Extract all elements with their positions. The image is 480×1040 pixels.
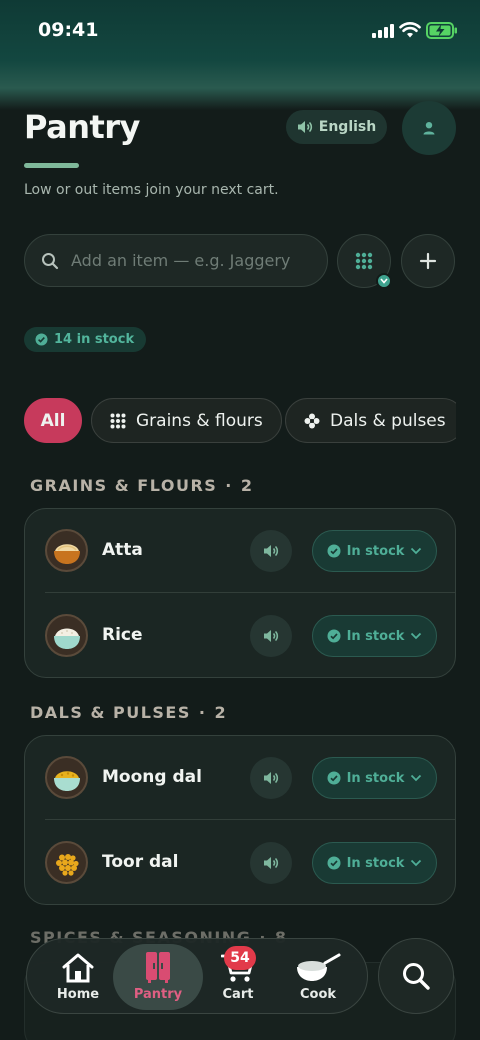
add-item-button[interactable] [401, 234, 455, 288]
row-divider [45, 819, 455, 820]
cart-count-badge: 54 [224, 946, 256, 970]
speak-item-button[interactable] [250, 757, 292, 799]
check-circle-icon [327, 544, 341, 558]
lentils-icon [45, 841, 88, 884]
stock-status-dropdown[interactable]: In stock [312, 842, 437, 884]
section-count: 2 [214, 703, 228, 722]
check-circle-icon [327, 771, 341, 785]
profile-button[interactable] [402, 101, 456, 155]
search-bar[interactable] [24, 234, 328, 287]
section-count: 2 [240, 476, 254, 495]
filter-chip-label: All [40, 410, 66, 431]
speaker-icon [264, 630, 279, 642]
status-time: 09:41 [38, 19, 99, 41]
search-button[interactable] [378, 938, 454, 1014]
check-circle-icon [35, 333, 48, 346]
row-divider [45, 592, 455, 593]
cupboard-icon [146, 952, 170, 983]
rice-bowl-icon [45, 614, 88, 657]
add-item-input[interactable] [71, 251, 327, 270]
user-icon [423, 122, 435, 135]
flour-bowl-icon [45, 529, 88, 572]
stock-status-label: In stock [346, 855, 405, 871]
chevron-down-icon [411, 859, 422, 867]
section-title: DALS & PULSES [30, 703, 191, 722]
status-bar: 09:41 [0, 0, 480, 60]
item-name: Rice [102, 625, 143, 645]
grid-dots-icon [355, 252, 373, 270]
wok-icon [297, 953, 341, 981]
list-item: Moong dal In stock [25, 736, 455, 820]
category-grid-button[interactable] [337, 234, 392, 289]
section-header-grains: GRAINS & FLOURS · 2 [30, 476, 254, 495]
page-title: Pantry [24, 108, 140, 146]
tab-label: Cook [299, 987, 337, 1002]
title-underline [24, 163, 79, 168]
tab-cook[interactable]: Cook [275, 944, 361, 1010]
filter-chip-all[interactable]: All [24, 398, 82, 443]
stock-status-dropdown[interactable]: In stock [312, 615, 437, 657]
page-subtitle: Low or out items join your next cart. [24, 182, 279, 198]
item-name: Moong dal [102, 767, 202, 787]
stock-status-dropdown[interactable]: In stock [312, 757, 437, 799]
list-item: Toor dal In stock [25, 821, 455, 904]
plus-icon [419, 252, 437, 270]
check-circle-icon [327, 856, 341, 870]
dal-bowl-icon [45, 756, 88, 799]
item-name: Toor dal [102, 852, 179, 872]
wifi-icon [399, 22, 421, 38]
chevron-down-badge [376, 273, 392, 289]
stock-status-label: In stock [346, 543, 405, 559]
stock-status-label: In stock [346, 770, 405, 786]
tab-pantry[interactable]: Pantry [113, 944, 203, 1010]
language-button[interactable]: English [286, 110, 387, 144]
stock-status-label: In stock [346, 628, 405, 644]
filter-chip-grains[interactable]: Grains & flours [91, 398, 282, 443]
grid-dots-icon [110, 413, 126, 428]
tab-label: Cart [222, 987, 254, 1002]
search-icon [42, 252, 59, 269]
section-card-grains: Atta In stock Rice In stock [24, 508, 456, 678]
speak-item-button[interactable] [250, 842, 292, 884]
filter-chip-label: Dals & pulses [330, 410, 446, 431]
chevron-down-icon [411, 774, 422, 782]
in-stock-summary-badge: 14 in stock [24, 327, 147, 352]
house-icon [62, 953, 94, 983]
tab-label: Home [56, 987, 100, 1002]
speaker-icon [264, 857, 279, 869]
section-card-dals: Moong dal In stock Toor dal In stock [24, 735, 456, 905]
chevron-down-icon [380, 278, 388, 284]
tab-home[interactable]: Home [35, 944, 121, 1010]
section-title: GRAINS & FLOURS [30, 476, 218, 495]
filter-chips: All Grains & flours Dals & pulses [24, 398, 456, 444]
check-circle-icon [327, 629, 341, 643]
list-item: Rice In stock [25, 594, 455, 677]
language-label: English [318, 119, 377, 135]
battery-charging-icon [426, 22, 457, 39]
search-icon [403, 963, 430, 990]
bottom-tab-bar: Home Pantry Cart Cook [26, 938, 368, 1014]
cellular-signal-icon [372, 24, 394, 38]
speaker-icon [264, 772, 279, 784]
filter-chip-dals[interactable]: Dals & pulses [285, 398, 456, 443]
speaker-icon [264, 545, 279, 557]
speaker-icon [297, 121, 312, 133]
stock-status-dropdown[interactable]: In stock [312, 530, 437, 572]
chevron-down-icon [411, 547, 422, 555]
tab-label: Pantry [133, 987, 183, 1002]
speak-item-button[interactable] [250, 615, 292, 657]
list-item: Atta In stock [25, 509, 455, 593]
section-header-dals: DALS & PULSES · 2 [30, 703, 228, 722]
filter-chip-label: Grains & flours [136, 410, 263, 431]
chevron-down-icon [411, 632, 422, 640]
item-name: Atta [102, 540, 143, 560]
flower-icon [304, 413, 320, 428]
in-stock-summary-label: 14 in stock [54, 332, 135, 347]
speak-item-button[interactable] [250, 530, 292, 572]
